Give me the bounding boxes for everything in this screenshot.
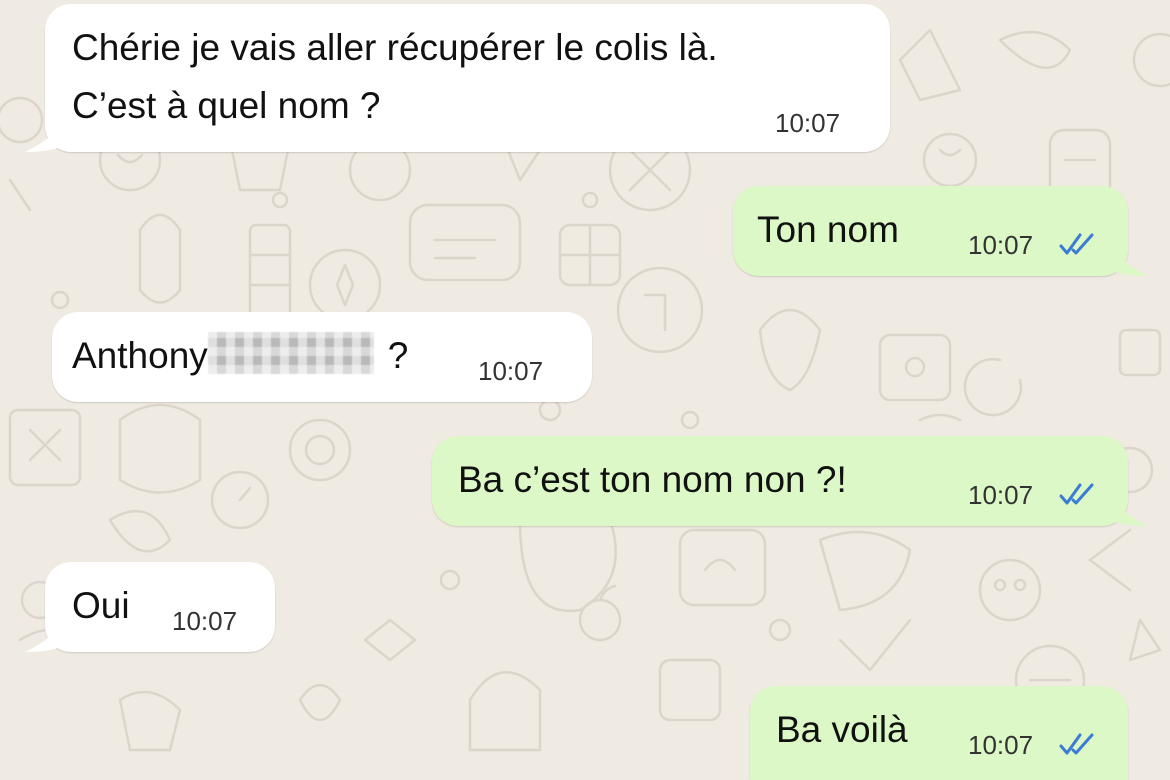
message-time: 10:07 [968,230,1034,260]
double-check-icon [1059,233,1094,255]
message-bubble-outgoing[interactable]: Ba c’est ton nom non ?! 10:07 [432,436,1148,526]
message-bubble-incoming[interactable]: Oui 10:07 [25,562,275,652]
message-text: Ba c’est ton nom non ?! [458,459,847,500]
redacted-surname [207,332,374,374]
message-text: Ton nom [757,209,899,250]
bubble-tail [1108,496,1148,526]
bubble-tail [25,622,65,652]
message-time: 10:07 [775,108,841,138]
bubble-tail [1108,246,1148,276]
message-bubble-outgoing[interactable]: Ba voilà 10:07 [750,686,1128,780]
message-time: 10:07 [478,356,544,386]
message-text: Oui [72,585,130,626]
message-text-line: C’est à quel nom ? [72,85,381,126]
message-text-name: Anthony [72,335,208,376]
bubble-tail [25,122,65,152]
message-time: 10:07 [968,730,1034,760]
double-check-icon [1059,483,1094,505]
message-bubble-incoming[interactable]: Anthony? 10:07 [52,312,592,402]
message-text: Anthony? [72,328,408,384]
message-time: 10:07 [172,606,238,636]
message-text: Ba voilà [776,709,908,750]
double-check-icon [1059,733,1094,755]
message-bubble-outgoing[interactable]: Ton nom 10:07 [733,186,1148,276]
message-text-line: Chérie je vais aller récupérer le colis … [72,27,718,68]
message-text-punctuation: ? [387,335,409,376]
message-time: 10:07 [968,480,1034,510]
message-bubble-incoming[interactable]: Chérie je vais aller récupérer le colis … [25,4,890,152]
